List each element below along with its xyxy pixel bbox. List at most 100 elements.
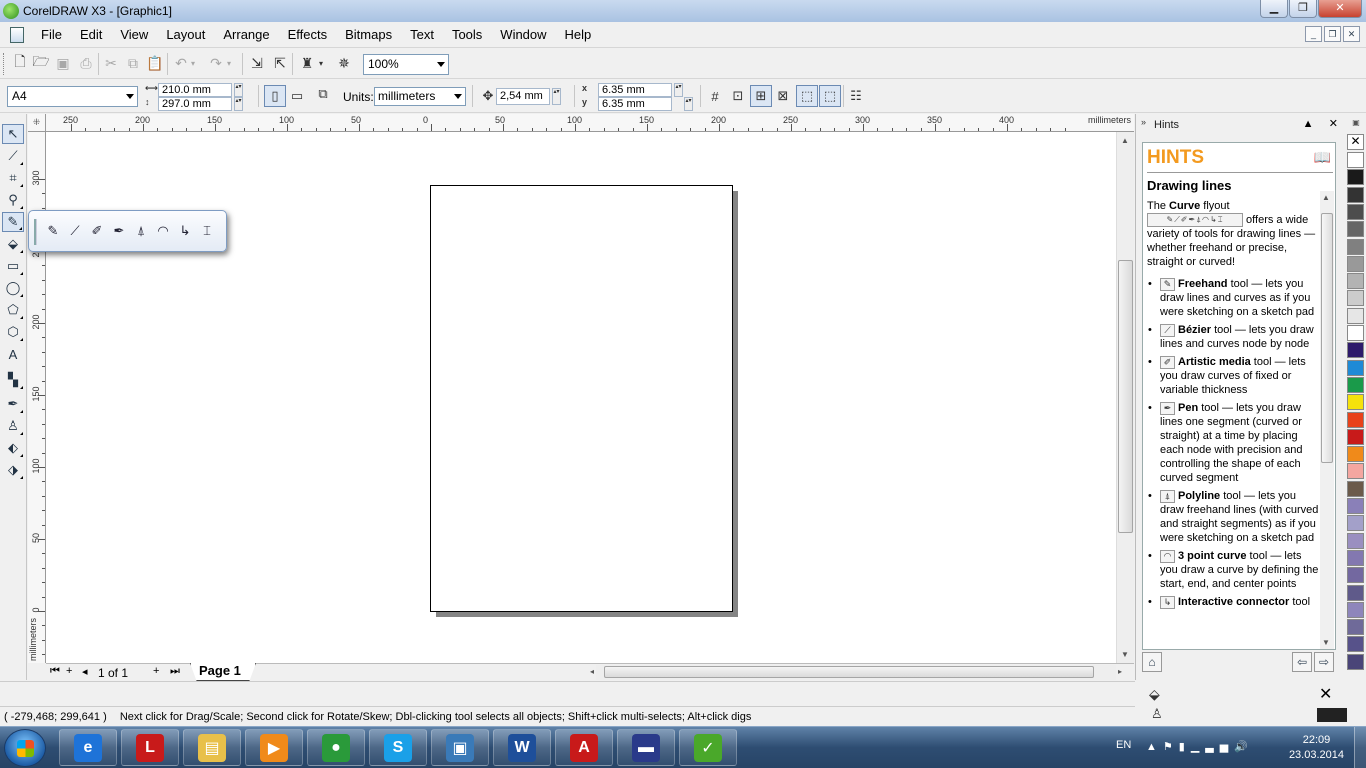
snap-to-guidelines-icon[interactable]: ⊡ xyxy=(727,85,749,107)
rectangle-tool-icon[interactable]: ▭ xyxy=(2,256,24,276)
taskbar-skype-button[interactable]: S xyxy=(369,729,427,766)
taskbar-photo-viewer-button[interactable]: ▣ xyxy=(431,729,489,766)
menu-arrange[interactable]: Arrange xyxy=(214,23,278,47)
palette-swatch[interactable] xyxy=(1347,359,1364,376)
welcome-screen-icon[interactable]: ✵ xyxy=(334,53,354,73)
interactive-fill-tool-icon[interactable]: ⬗ xyxy=(2,460,24,480)
book-icon[interactable]: 📖 xyxy=(1314,149,1331,166)
paper-size-combo[interactable]: A4 xyxy=(7,86,138,107)
palette-swatch[interactable] xyxy=(1347,411,1364,428)
scroll-down-icon[interactable]: ▼ xyxy=(1320,638,1332,647)
palette-swatch[interactable] xyxy=(1347,169,1364,186)
ruler-origin-corner[interactable]: ⁜ xyxy=(28,114,46,132)
coreldraw-app-icon[interactable] xyxy=(3,3,19,19)
taskbar-save-app-button[interactable]: ▬ xyxy=(617,729,675,766)
hints-back-button[interactable]: ⇦ xyxy=(1292,652,1312,672)
open-icon[interactable]: 🗁 xyxy=(31,53,51,73)
palette-swatch[interactable] xyxy=(1347,428,1364,445)
maximize-button[interactable]: ❐ xyxy=(1289,0,1317,18)
duplicate-y-spinner[interactable]: ▴▾ xyxy=(684,97,693,111)
network-signal-icon[interactable]: ▁▃▅ xyxy=(1191,741,1234,753)
nudge-spinner[interactable]: ▴▾ xyxy=(552,88,561,105)
portrait-orientation-button[interactable]: ▯ xyxy=(264,85,286,107)
snap-to-objects-icon[interactable]: ⊞ xyxy=(750,85,772,107)
taskbar-acrobat-button[interactable]: A xyxy=(555,729,613,766)
zoom-tool-icon[interactable]: ⚲ xyxy=(2,190,24,210)
palette-swatch[interactable] xyxy=(1347,221,1364,238)
palette-swatch[interactable] xyxy=(1347,549,1364,566)
menu-view[interactable]: View xyxy=(111,23,157,47)
polygon-tool-icon[interactable]: ⬠ xyxy=(2,300,24,320)
docker-collapse-icon[interactable]: » xyxy=(1141,117,1146,127)
no-color-swatch[interactable]: ✕ xyxy=(1347,134,1364,150)
scroll-right-icon[interactable]: ▸ xyxy=(1112,667,1128,676)
palette-swatch[interactable] xyxy=(1347,394,1364,411)
export-icon[interactable]: ⇱ xyxy=(270,53,290,73)
menu-text[interactable]: Text xyxy=(401,23,443,47)
palette-swatch[interactable] xyxy=(1347,446,1364,463)
redo-dropdown-icon[interactable]: ▾ xyxy=(224,53,234,73)
taskbar-word-button[interactable]: W xyxy=(493,729,551,766)
start-button[interactable] xyxy=(4,729,46,767)
document-minimize-button[interactable]: _ xyxy=(1305,26,1322,42)
cut-icon[interactable]: ✂ xyxy=(101,53,121,73)
redo-icon[interactable]: ↷ xyxy=(206,53,226,73)
docker-close-icon[interactable]: ✕ xyxy=(1329,118,1338,130)
interactive-connector-tool-icon[interactable]: ↳ xyxy=(175,221,195,241)
toolbar-grip[interactable] xyxy=(3,53,6,75)
save-icon[interactable]: ▣ xyxy=(53,53,73,73)
menu-bitmaps[interactable]: Bitmaps xyxy=(336,23,401,47)
nudge-distance-field[interactable]: 2,54 mm xyxy=(496,88,550,105)
add-page-after-icon[interactable]: + xyxy=(153,665,159,677)
draw-as-outline-icon[interactable]: ⬚ xyxy=(819,85,841,107)
new-document-icon[interactable]: 🗋 xyxy=(10,53,30,73)
duplicate-x-spinner[interactable]: ▴▾ xyxy=(674,83,683,97)
height-spinner[interactable]: ▴▾ xyxy=(234,97,243,111)
smart-fill-tool-icon[interactable]: ⬙ xyxy=(2,234,24,254)
power-icon[interactable]: ▮ xyxy=(1179,741,1191,753)
hints-scrollbar[interactable]: ▲ ▼ xyxy=(1320,191,1334,649)
undo-dropdown-icon[interactable]: ▾ xyxy=(188,53,198,73)
palette-swatch[interactable] xyxy=(1347,238,1364,255)
add-page-before-icon[interactable]: + xyxy=(66,665,72,677)
first-page-icon[interactable]: ⏮ xyxy=(50,665,60,678)
palette-swatch[interactable] xyxy=(1347,376,1364,393)
polyline-tool-icon[interactable]: ⍋ xyxy=(131,221,151,241)
page-tab[interactable]: Page 1 xyxy=(190,663,256,681)
outline-pen-icon[interactable]: ♙ xyxy=(1151,706,1163,722)
landscape-orientation-button[interactable]: ▭ xyxy=(286,85,308,107)
scroll-down-icon[interactable]: ▼ xyxy=(1117,650,1133,659)
crop-tool-icon[interactable]: ⌗ xyxy=(2,168,24,188)
snap-to-grid-icon[interactable]: # xyxy=(704,85,726,107)
basic-shapes-tool-icon[interactable]: ⬡ xyxy=(2,322,24,342)
dimension-tool-icon[interactable]: ⌶ xyxy=(197,221,217,241)
palette-swatch[interactable] xyxy=(1347,186,1364,203)
menu-effects[interactable]: Effects xyxy=(279,23,337,47)
docker-minimize-icon[interactable]: ▲ xyxy=(1303,118,1314,130)
palette-swatch[interactable] xyxy=(1347,255,1364,272)
palette-flyout-icon[interactable]: ▣ xyxy=(1348,118,1364,127)
width-spinner[interactable]: ▴▾ xyxy=(234,83,243,97)
zoom-level-combo[interactable]: 100% xyxy=(363,54,449,75)
palette-swatch[interactable] xyxy=(1347,619,1364,636)
options-icon[interactable]: ☷ xyxy=(845,85,867,107)
palette-swatch[interactable] xyxy=(1347,463,1364,480)
palette-swatch[interactable] xyxy=(1347,325,1364,341)
clock[interactable]: 22:09 23.03.2014 xyxy=(1289,733,1344,763)
horizontal-scrollbar[interactable]: ◂ ▸ xyxy=(590,665,1122,680)
drawing-page[interactable] xyxy=(430,185,733,612)
outline-color-swatch[interactable] xyxy=(1317,708,1347,722)
palette-swatch[interactable] xyxy=(1347,273,1364,290)
page-width-field[interactable]: 210.0 mm xyxy=(158,83,232,97)
copy-icon[interactable]: ⧉ xyxy=(123,53,143,73)
volume-icon[interactable]: 🔊 xyxy=(1234,741,1254,753)
outline-tool-icon[interactable]: ♙ xyxy=(2,416,24,436)
menu-layout[interactable]: Layout xyxy=(157,23,214,47)
taskbar-chrome-button[interactable]: ● xyxy=(307,729,365,766)
vertical-scroll-thumb[interactable] xyxy=(1118,260,1133,533)
no-fill-icon[interactable]: ✕ xyxy=(1319,684,1332,704)
menu-tools[interactable]: Tools xyxy=(443,23,491,47)
show-desktop-button[interactable] xyxy=(1354,727,1366,768)
last-page-icon[interactable]: ⏭ xyxy=(170,665,180,678)
taskbar-coreldraw-button[interactable]: ✓ xyxy=(679,729,737,766)
